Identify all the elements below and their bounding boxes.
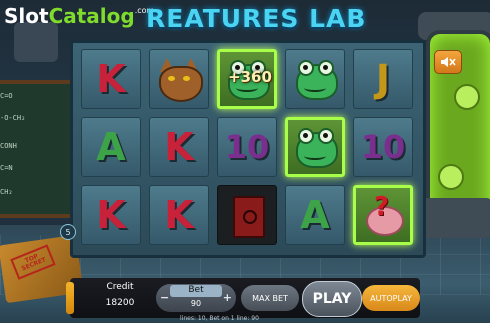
safe-symbol-icon xyxy=(224,192,270,238)
symbol-10: 10 xyxy=(224,128,270,166)
autoplay-button[interactable]: AUTOPLAY xyxy=(362,285,420,311)
specimen-creature xyxy=(454,84,480,110)
reel-cell xyxy=(285,117,345,177)
reel-cell: ? xyxy=(353,185,413,245)
chalk-text-4: C=N xyxy=(0,164,13,172)
chalk-text-3: CONH xyxy=(0,142,17,150)
reel-cell: 10 xyxy=(217,117,277,177)
symbol-a: A xyxy=(300,193,330,237)
reel-cell: K xyxy=(149,117,209,177)
symbol-k: K xyxy=(96,193,126,237)
bet-value: 90 xyxy=(190,299,202,308)
bet-increase-button[interactable]: + xyxy=(223,291,232,304)
control-bar-accent xyxy=(66,282,74,314)
reel-cell: J xyxy=(353,49,413,109)
chalk-text-5: CH₂ xyxy=(0,188,13,196)
logo-slot: Slot xyxy=(4,4,49,28)
reel-cell: +360 xyxy=(217,49,277,109)
reel-cell xyxy=(217,185,277,245)
symbol-a: A xyxy=(96,125,126,169)
payline-marker[interactable]: 5 xyxy=(60,224,76,240)
chalk-text-2: -O-CH₂ xyxy=(0,114,26,122)
credit-label: Credit xyxy=(106,282,134,292)
reel-cell: K xyxy=(149,185,209,245)
mute-speaker-icon xyxy=(441,57,456,67)
credit-value: 18200 xyxy=(105,298,135,308)
reel-cell: A xyxy=(81,117,141,177)
cat-symbol-icon xyxy=(156,56,203,102)
bet-label: Bet xyxy=(170,285,222,297)
brain-scatter-icon: ? xyxy=(360,192,406,238)
symbol-k: K xyxy=(164,193,194,237)
top-secret-stamp: TOP SECRET xyxy=(10,244,56,280)
reel-cell: A xyxy=(285,185,345,245)
specimen-creature xyxy=(438,164,464,190)
frog-symbol-icon xyxy=(292,124,338,170)
reel-cell: K xyxy=(81,49,141,109)
bet-decrease-button[interactable]: − xyxy=(160,291,169,304)
game-title: REATURES LAB xyxy=(146,4,367,33)
play-button[interactable]: PLAY xyxy=(302,281,362,317)
frog-symbol-icon xyxy=(292,56,338,102)
chalk-text-1: C=O xyxy=(0,92,13,100)
symbol-10: 10 xyxy=(360,128,406,166)
symbol-k: K xyxy=(96,57,126,101)
reel-cell xyxy=(149,49,209,109)
bet-selector: − Bet 90 + xyxy=(156,284,236,312)
credit-display: Credit 18200 xyxy=(92,282,148,314)
sound-toggle-button[interactable] xyxy=(434,50,462,74)
symbol-j: J xyxy=(375,57,391,101)
symbol-k: K xyxy=(164,125,194,169)
reel-cell xyxy=(285,49,345,109)
max-bet-button[interactable]: MAX BET xyxy=(241,285,299,311)
reel-grid: K A K K K +360 10 A J 10? xyxy=(70,40,426,258)
win-amount: +360 xyxy=(228,68,272,86)
slotcatalog-logo: Slot Catalog .com xyxy=(4,4,154,36)
reel-cell: 10 xyxy=(353,117,413,177)
lines-info: lines: 10, Bet on 1 line: 90 xyxy=(180,315,259,322)
reel-cell: K xyxy=(81,185,141,245)
logo-catalog: Catalog xyxy=(48,4,135,28)
